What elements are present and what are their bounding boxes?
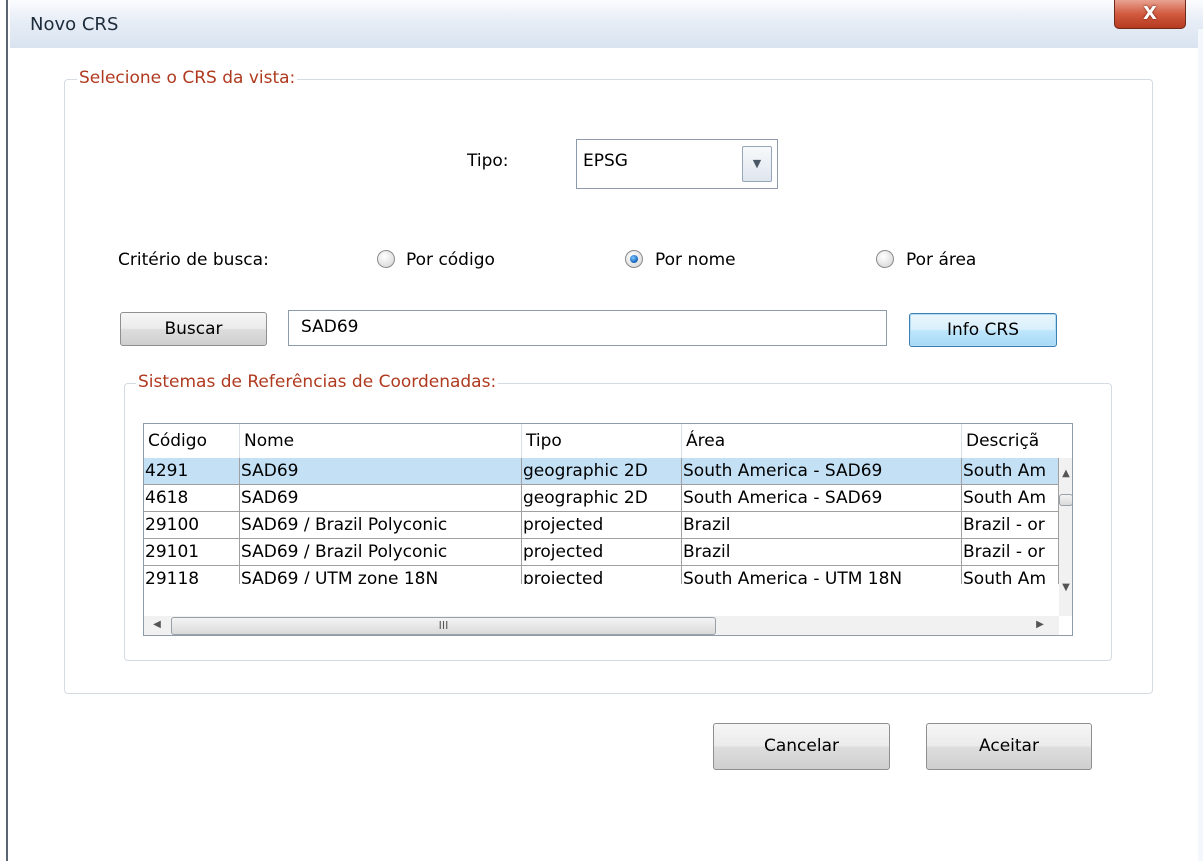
window-title: Novo CRS xyxy=(30,14,119,35)
table-cell: SAD69 / UTM zone 18N xyxy=(240,566,522,584)
table-cell: South America - UTM 18N xyxy=(682,566,962,584)
search-input[interactable]: SAD69 xyxy=(288,310,887,346)
radio-por-nome[interactable] xyxy=(625,250,643,268)
table-row[interactable]: 4291 SAD69 geographic 2D South America -… xyxy=(144,458,1059,485)
table-row[interactable]: 29118 SAD69 / UTM zone 18N projected Sou… xyxy=(144,566,1059,584)
horizontal-scrollbar[interactable]: ◀ III ▶ xyxy=(144,616,1059,635)
column-header-area[interactable]: Área xyxy=(682,424,962,458)
scroll-left-icon[interactable]: ◀ xyxy=(150,619,164,633)
table-cell: South America - SAD69 xyxy=(682,485,962,512)
table-cell: Brazil - or xyxy=(962,512,1059,539)
table-cell: 4291 xyxy=(144,458,240,485)
radio-por-area[interactable] xyxy=(876,250,894,268)
crs-table[interactable]: Código Nome Tipo Área Descriçã 4291 SAD6… xyxy=(143,423,1073,636)
tipo-combobox[interactable]: EPSG ▼ xyxy=(576,139,778,189)
table-row[interactable]: 4618 SAD69 geographic 2D South America -… xyxy=(144,485,1059,512)
scroll-grip-icon: III xyxy=(438,619,449,632)
column-header-descricao[interactable]: Descriçã xyxy=(962,424,1059,458)
table-cell: SAD69 xyxy=(240,485,522,512)
search-input-value: SAD69 xyxy=(301,317,359,337)
table-cell: Brazil xyxy=(682,539,962,566)
table-cell: 29101 xyxy=(144,539,240,566)
table-cell: projected xyxy=(522,566,682,584)
window-left-frame xyxy=(0,0,10,861)
window-right-frame xyxy=(1198,29,1203,861)
vertical-scroll-thumb[interactable] xyxy=(1059,494,1072,506)
table-cell: 29100 xyxy=(144,512,240,539)
table-cell: South Am xyxy=(962,458,1059,485)
scroll-up-icon[interactable]: ▲ xyxy=(1059,468,1072,482)
radio-por-nome-label[interactable]: Por nome xyxy=(655,250,736,270)
accept-button[interactable]: Aceitar xyxy=(926,723,1092,770)
crs-table-legend: Sistemas de Referências de Coordenadas: xyxy=(136,372,499,392)
cancel-button[interactable]: Cancelar xyxy=(713,723,890,770)
horizontal-scroll-thumb[interactable]: III xyxy=(171,617,716,635)
table-cell: South America - SAD69 xyxy=(682,458,962,485)
buscar-button[interactable]: Buscar xyxy=(120,312,267,346)
scroll-down-icon[interactable]: ▼ xyxy=(1059,582,1072,596)
table-cell: geographic 2D xyxy=(522,458,682,485)
info-crs-button[interactable]: Info CRS xyxy=(909,313,1057,347)
crs-group-legend: Selecione o CRS da vista: xyxy=(77,68,298,88)
chevron-down-icon[interactable]: ▼ xyxy=(742,146,772,182)
table-cell: SAD69 xyxy=(240,458,522,485)
table-cell: SAD69 / Brazil Polyconic xyxy=(240,539,522,566)
scroll-right-icon[interactable]: ▶ xyxy=(1033,619,1047,633)
close-button[interactable]: X xyxy=(1114,0,1186,29)
table-cell: geographic 2D xyxy=(522,485,682,512)
radio-por-codigo[interactable] xyxy=(377,250,395,268)
table-cell: South Am xyxy=(962,485,1059,512)
table-row[interactable]: 29101 SAD69 / Brazil Polyconic projected… xyxy=(144,539,1059,566)
table-cell: Brazil xyxy=(682,512,962,539)
table-cell: South Am xyxy=(962,566,1059,584)
table-cell: SAD69 / Brazil Polyconic xyxy=(240,512,522,539)
title-bar[interactable] xyxy=(0,0,1203,48)
tipo-value: EPSG xyxy=(583,151,628,171)
table-row[interactable]: 29100 SAD69 / Brazil Polyconic projected… xyxy=(144,512,1059,539)
radio-por-area-label[interactable]: Por área xyxy=(906,250,976,270)
vertical-scrollbar[interactable]: ▲ ▼ xyxy=(1059,458,1072,616)
table-cell: Brazil - or xyxy=(962,539,1059,566)
table-cell: projected xyxy=(522,539,682,566)
column-header-codigo[interactable]: Código xyxy=(144,424,240,458)
table-cell: 29118 xyxy=(144,566,240,584)
column-header-tipo[interactable]: Tipo xyxy=(522,424,682,458)
criterio-label: Critério de busca: xyxy=(118,250,269,270)
column-header-nome[interactable]: Nome xyxy=(240,424,522,458)
table-cell: 4618 xyxy=(144,485,240,512)
radio-por-codigo-label[interactable]: Por código xyxy=(406,250,495,270)
table-cell: projected xyxy=(522,512,682,539)
tipo-label: Tipo: xyxy=(467,151,509,171)
